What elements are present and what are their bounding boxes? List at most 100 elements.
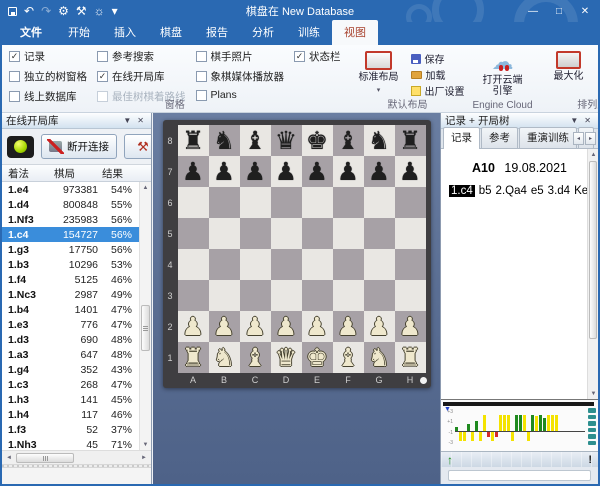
standard-layout-button[interactable]: 标准布局 ▾ bbox=[351, 49, 407, 99]
layout-加载-button[interactable]: 加载 bbox=[410, 68, 465, 82]
square-c1[interactable]: ♝ bbox=[239, 342, 271, 373]
caret-down-icon[interactable]: ▼ bbox=[567, 116, 581, 125]
square-e5[interactable] bbox=[301, 218, 333, 249]
table-row[interactable]: 1.g4 352 43% bbox=[2, 362, 140, 377]
table-row[interactable]: 1.e3 776 47% bbox=[2, 317, 140, 332]
square-c5[interactable] bbox=[239, 218, 271, 249]
square-a7[interactable]: ♟ bbox=[177, 156, 209, 187]
square-d8[interactable]: ♛ bbox=[270, 125, 302, 156]
square-e2[interactable]: ♟ bbox=[301, 311, 333, 342]
square-f3[interactable] bbox=[332, 280, 364, 311]
checkbox-参考搜索[interactable]: 参考搜索 bbox=[97, 49, 186, 64]
square-f6[interactable] bbox=[332, 187, 364, 218]
table-row[interactable]: 1.f3 52 37% bbox=[2, 422, 140, 437]
checkbox-独立的树窗格[interactable]: 独立的树窗格 bbox=[9, 69, 87, 84]
checkbox-象棋媒体播放器[interactable]: 象棋媒体播放器 bbox=[195, 69, 284, 84]
checkbox-棋手照片[interactable]: 棋手照片 bbox=[195, 49, 285, 64]
square-g3[interactable] bbox=[363, 280, 395, 311]
book-vertical-scrollbar[interactable]: ▲ ▼ bbox=[139, 182, 151, 450]
table-row[interactable]: 1.d3 690 48% bbox=[2, 332, 140, 347]
table-row[interactable]: 1.c4 154727 56% bbox=[2, 227, 140, 242]
table-row[interactable]: 1.a3 647 48% bbox=[2, 347, 140, 362]
square-d7[interactable]: ♟ bbox=[270, 156, 302, 187]
close-button[interactable]: ✕ bbox=[572, 6, 598, 17]
square-a2[interactable]: ♟ bbox=[177, 311, 209, 342]
square-g7[interactable]: ♟ bbox=[363, 156, 395, 187]
square-e4[interactable] bbox=[301, 249, 333, 280]
square-h7[interactable]: ♟ bbox=[394, 156, 426, 187]
ribbon-tab-开始[interactable]: 开始 bbox=[56, 20, 102, 45]
square-d6[interactable] bbox=[270, 187, 302, 218]
ribbon-tab-视图[interactable]: 视图 bbox=[332, 20, 378, 45]
open-cloud-engine-button[interactable]: ☁ 打开云端引擎 bbox=[475, 49, 531, 100]
square-b7[interactable]: ♟ bbox=[208, 156, 240, 187]
tab-scroll-left-icon[interactable]: ◂ bbox=[573, 132, 584, 145]
ribbon-tab-棋盘[interactable]: 棋盘 bbox=[148, 20, 194, 45]
move-token[interactable]: 1.c4 bbox=[449, 185, 475, 197]
layout-保存-button[interactable]: 保存 bbox=[410, 52, 465, 66]
square-b4[interactable] bbox=[208, 249, 240, 280]
scroll-up-icon[interactable]: ▲ bbox=[140, 182, 151, 193]
square-h8[interactable]: ♜ bbox=[394, 125, 426, 156]
scroll-down-icon[interactable]: ▼ bbox=[140, 439, 151, 450]
square-c8[interactable]: ♝ bbox=[239, 125, 271, 156]
ribbon-tab-训练[interactable]: 训练 bbox=[286, 20, 332, 45]
square-a6[interactable] bbox=[177, 187, 209, 218]
move-token[interactable]: e5 bbox=[531, 185, 544, 197]
ribbon-tab-插入[interactable]: 插入 bbox=[102, 20, 148, 45]
square-d3[interactable] bbox=[270, 280, 302, 311]
minimize-button[interactable]: — bbox=[520, 6, 546, 17]
checkbox-记录[interactable]: ✓ 记录 bbox=[9, 49, 87, 64]
table-row[interactable]: 1.b4 1401 47% bbox=[2, 302, 140, 317]
table-row[interactable]: 1.b3 10296 53% bbox=[2, 257, 140, 272]
square-e8[interactable]: ♚ bbox=[301, 125, 333, 156]
checkbox-在线开局库[interactable]: ✓ 在线开局库 bbox=[97, 69, 186, 84]
square-b3[interactable] bbox=[208, 280, 240, 311]
square-a8[interactable]: ♜ bbox=[177, 125, 209, 156]
column-header-result[interactable]: 结果 bbox=[102, 166, 139, 181]
ribbon-tab-文件[interactable]: 文件 bbox=[6, 20, 56, 45]
ribbon-tab-分析[interactable]: 分析 bbox=[240, 20, 286, 45]
square-h4[interactable] bbox=[394, 249, 426, 280]
book-settings-button[interactable]: ⚒ bbox=[124, 134, 151, 159]
column-header-move[interactable]: 着法 bbox=[2, 166, 54, 181]
scrollbar-thumb[interactable] bbox=[16, 453, 74, 463]
evaluation-profile[interactable]: ▼ +3 +1 -1 -3 bbox=[441, 399, 598, 451]
table-row[interactable]: 1.h4 117 46% bbox=[2, 407, 140, 422]
square-f7[interactable]: ♟ bbox=[332, 156, 364, 187]
panel-close-icon[interactable]: ✕ bbox=[581, 116, 594, 125]
square-c7[interactable]: ♟ bbox=[239, 156, 271, 187]
square-f4[interactable] bbox=[332, 249, 364, 280]
square-a5[interactable] bbox=[177, 218, 209, 249]
square-f1[interactable]: ♝ bbox=[332, 342, 364, 373]
notation-tab-记录[interactable]: 记录 bbox=[443, 127, 480, 149]
square-g8[interactable]: ♞ bbox=[363, 125, 395, 156]
square-h3[interactable] bbox=[394, 280, 426, 311]
square-h5[interactable] bbox=[394, 218, 426, 249]
table-row[interactable]: 1.g3 17750 56% bbox=[2, 242, 140, 257]
ribbon-tab-报告[interactable]: 报告 bbox=[194, 20, 240, 45]
square-e1[interactable]: ♚ bbox=[301, 342, 333, 373]
square-c3[interactable] bbox=[239, 280, 271, 311]
square-e6[interactable] bbox=[301, 187, 333, 218]
scroll-up-icon[interactable]: ▲ bbox=[588, 149, 598, 160]
maximize-button[interactable]: □ bbox=[546, 6, 572, 17]
square-g6[interactable] bbox=[363, 187, 395, 218]
move-token[interactable]: b5 bbox=[479, 185, 492, 197]
square-b5[interactable] bbox=[208, 218, 240, 249]
square-e7[interactable]: ♟ bbox=[301, 156, 333, 187]
notation-tab-重演训练[interactable]: 重演训练 bbox=[519, 127, 577, 148]
square-a1[interactable]: ♜ bbox=[177, 342, 209, 373]
checkbox-状态栏[interactable]: ✓ 状态栏 bbox=[294, 49, 341, 64]
square-g1[interactable]: ♞ bbox=[363, 342, 395, 373]
disconnect-button[interactable]: 断开连接 bbox=[41, 134, 117, 159]
square-a4[interactable] bbox=[177, 249, 209, 280]
square-c2[interactable]: ♟ bbox=[239, 311, 271, 342]
column-header-games[interactable]: 棋局 bbox=[54, 166, 102, 181]
square-b6[interactable] bbox=[208, 187, 240, 218]
maximize-layout-button[interactable]: 最大化 bbox=[541, 49, 597, 99]
square-d1[interactable]: ♛ bbox=[270, 342, 302, 373]
book-horizontal-scrollbar[interactable]: ◄ ► bbox=[2, 450, 151, 464]
table-row[interactable]: 1.h3 141 45% bbox=[2, 392, 140, 407]
square-h6[interactable] bbox=[394, 187, 426, 218]
